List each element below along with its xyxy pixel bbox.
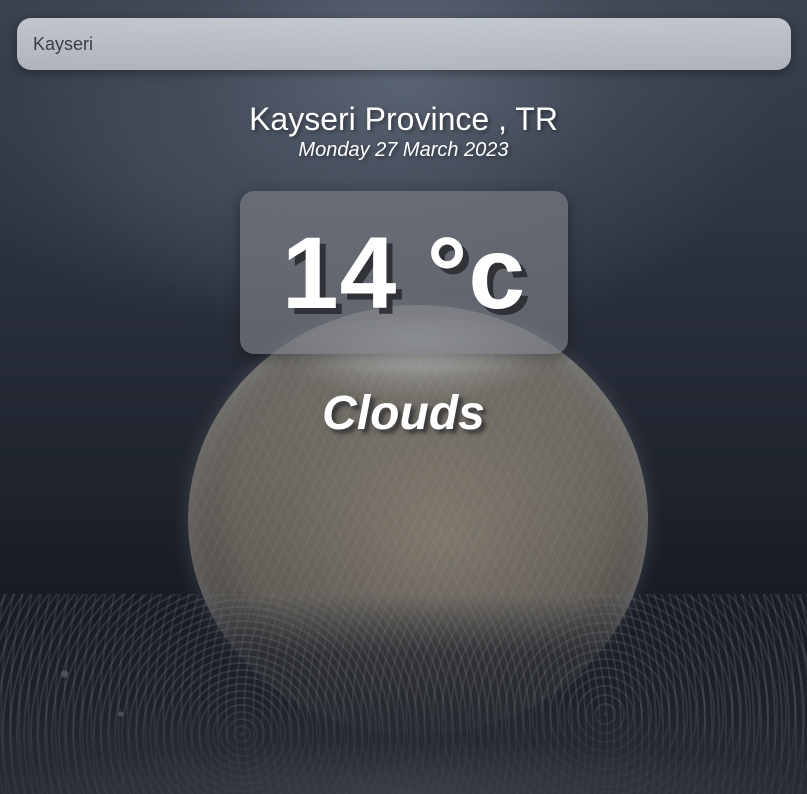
location-title: Kayseri Province , TR [249, 101, 558, 137]
search-bar [17, 18, 791, 70]
temperature-value: 14 °c [281, 215, 527, 330]
frost-ground-image [0, 594, 807, 794]
search-input[interactable] [17, 18, 791, 70]
weather-condition: Clouds [322, 387, 485, 440]
temperature-card: 14 °c [240, 191, 568, 354]
date-text: Monday 27 March 2023 [298, 139, 509, 161]
location-box: Kayseri Province , TR Monday 27 March 20… [0, 100, 807, 162]
